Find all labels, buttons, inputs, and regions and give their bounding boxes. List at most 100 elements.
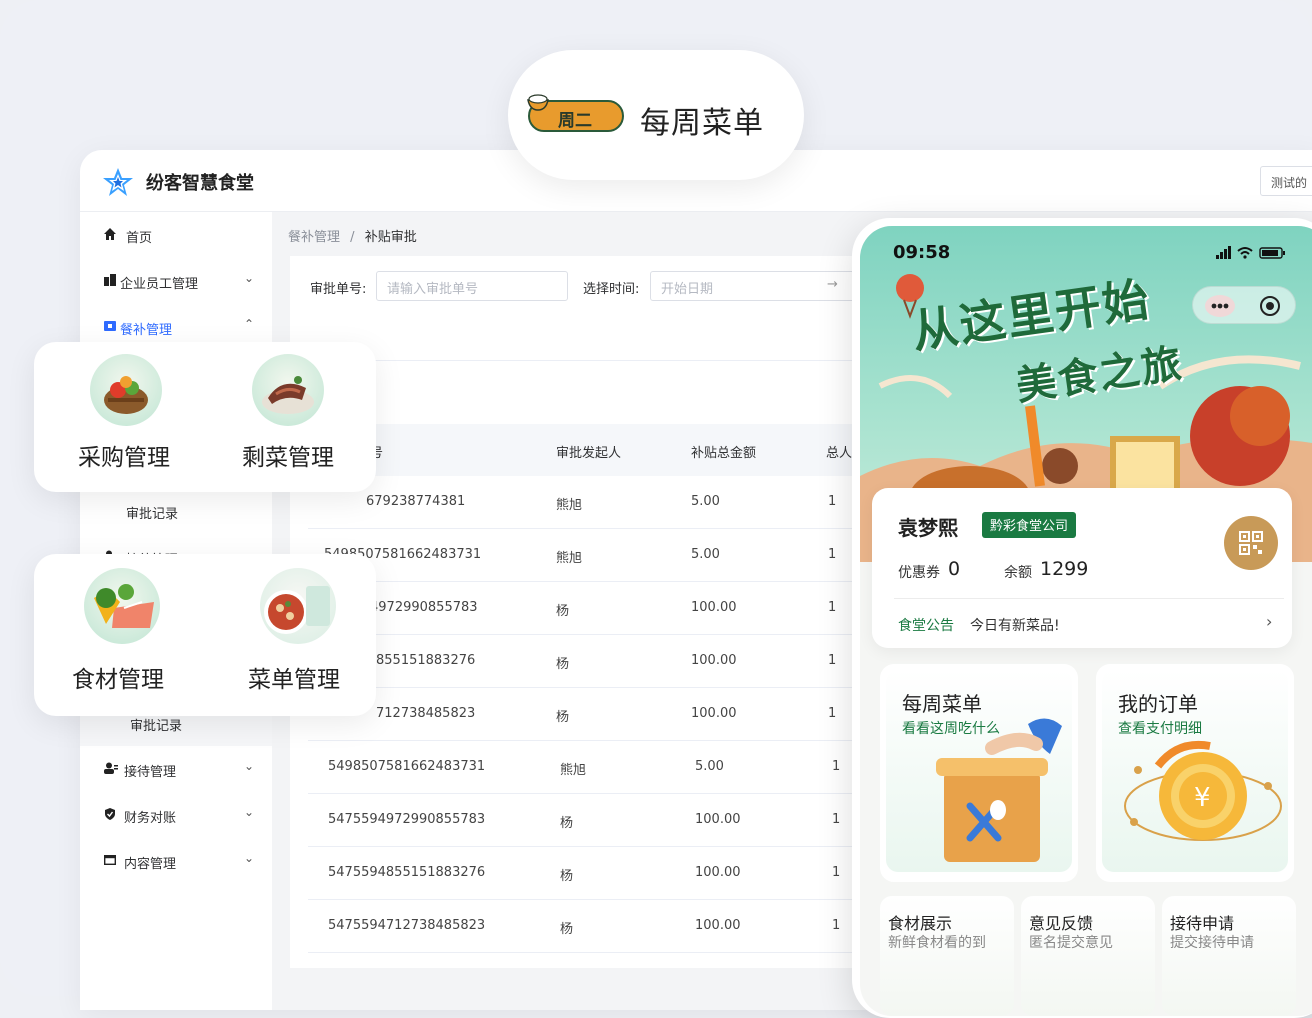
feedback-subtitle: 匿名提交意见: [1029, 935, 1113, 951]
cell-count: 1: [832, 918, 841, 933]
coupon-label: 优惠券: [898, 565, 940, 581]
chevron-down-icon: ⌄: [243, 271, 254, 285]
cell-count: 1: [828, 600, 837, 615]
ingredients-display-card[interactable]: 食材展示 新鲜食材看的到: [880, 896, 1014, 1016]
sidebar-item-label: 审批记录: [130, 719, 183, 734]
menu-dish-icon[interactable]: [260, 568, 336, 644]
cell-id: 855151883276: [376, 653, 476, 668]
feedback-title: 意见反馈: [1029, 914, 1094, 933]
sidebar-item-approval-records[interactable]: 审批记录: [80, 488, 272, 534]
building-icon: [104, 274, 116, 286]
reception-request-card[interactable]: 接待申请 提交接待申请: [1162, 896, 1296, 1016]
cell-initiator: 杨: [556, 604, 570, 619]
sidebar-item-home[interactable]: 首页: [80, 212, 272, 258]
qr-code-icon: [1239, 531, 1263, 555]
more-icon[interactable]: [1205, 295, 1235, 317]
start-date-placeholder: 开始日期: [661, 282, 714, 297]
sidebar-item-label: 企业员工管理: [120, 277, 199, 292]
cell-count: 1: [832, 865, 841, 880]
weekday-text: 周二: [558, 111, 592, 131]
cell-initiator: 熊旭: [556, 551, 583, 566]
qr-code-button[interactable]: [1224, 516, 1278, 570]
cell-initiator: 熊旭: [560, 763, 587, 778]
weekly-menu-pill[interactable]: 周二 每周菜单: [508, 50, 804, 180]
cell-initiator: 杨: [556, 657, 570, 672]
sidebar-item-label: 内容管理: [124, 857, 177, 872]
pill-title: 每周菜单: [640, 106, 764, 141]
my-orders-subtitle: 查看支付明细: [1118, 721, 1202, 737]
order-number-label: 审批单号:: [310, 282, 367, 297]
sidebar-item-finance[interactable]: 财务对账 ⌄: [80, 792, 272, 838]
start-date-input[interactable]: 开始日期 →: [650, 271, 870, 301]
chevron-right-icon[interactable]: ›: [1266, 612, 1272, 631]
user-info-card: 袁梦熙 黔彩食堂公司 优惠券 0 余额 1299 食堂公告 今日有新菜品! ›: [872, 488, 1292, 648]
cell-initiator: 杨: [560, 922, 574, 937]
feedback-card[interactable]: 意见反馈 匿名提交意见: [1021, 896, 1155, 1016]
cell-initiator: 杨: [556, 710, 570, 725]
window-icon: [103, 854, 117, 866]
column-header-amount: 补贴总金额: [691, 446, 757, 461]
time-label: 选择时间:: [583, 282, 640, 297]
weekly-menu-title: 每周菜单: [902, 692, 982, 716]
ingredients-display-title: 食材展示: [888, 914, 953, 933]
my-orders-title: 我的订单: [1118, 692, 1198, 716]
phone-screen: 09:58 从这里开始 美食之旅 袁梦熙 黔彩食堂公司 优惠券 0 余额 129…: [860, 226, 1312, 1016]
home-icon: [104, 228, 116, 240]
management-card-top: 采购管理 剩菜管理: [34, 342, 376, 492]
cell-id: 5475594712738485823: [328, 918, 486, 933]
notice-text[interactable]: 今日有新菜品!: [970, 615, 1060, 635]
weekly-menu-card-inner: 每周菜单 看看这周吃什么: [886, 670, 1072, 872]
cell-count: 1: [832, 759, 841, 774]
cell-count: 1: [828, 653, 837, 668]
cell-id: 712738485823: [376, 706, 476, 721]
phone-mockup: 09:58 从这里开始 美食之旅 袁梦熙 黔彩食堂公司 优惠券 0 余额 129…: [852, 218, 1312, 1018]
card-divider: [894, 598, 1284, 599]
leftover-dish-icon[interactable]: [252, 354, 324, 426]
weekly-menu-card[interactable]: 每周菜单 看看这周吃什么: [880, 664, 1078, 882]
notice-label: 食堂公告: [898, 618, 954, 634]
ingredients-management-label[interactable]: 食材管理: [72, 660, 164, 694]
sidebar-item-content[interactable]: 内容管理 ⌄: [80, 838, 272, 884]
sidebar-item-employees[interactable]: 企业员工管理 ⌄: [80, 258, 272, 304]
cell-amount: 100.00: [691, 653, 737, 668]
balance-value: 1299: [1040, 558, 1089, 580]
sidebar-item-label: 财务对账: [124, 811, 177, 826]
cell-amount: 100.00: [691, 706, 737, 721]
cell-count: 1: [828, 706, 837, 721]
my-orders-card[interactable]: ¥ 我的订单 查看支付明细: [1096, 664, 1294, 882]
chevron-down-icon: ⌄: [243, 805, 254, 819]
cell-amount: 100.00: [695, 918, 741, 933]
mini-program-capsule[interactable]: [1192, 286, 1296, 324]
procurement-management-label[interactable]: 采购管理: [78, 438, 170, 472]
cell-amount: 100.00: [695, 865, 741, 880]
chevron-down-icon: ⌄: [243, 759, 254, 773]
cell-count: 1: [832, 812, 841, 827]
cell-amount: 100.00: [695, 812, 741, 827]
sidebar-item-label: 审批记录: [126, 507, 179, 522]
cell-amount: 5.00: [691, 547, 720, 562]
breadcrumb-current: 补贴审批: [364, 230, 417, 245]
user-menu-button[interactable]: 测试的: [1260, 166, 1312, 196]
coin-cycle-icon: ¥: [1124, 741, 1282, 841]
breadcrumb-parent[interactable]: 餐补管理: [288, 230, 340, 245]
cell-count: 1: [828, 547, 837, 562]
brand-name: 纷客智慧食堂: [146, 173, 254, 194]
my-orders-card-inner: ¥ 我的订单 查看支付明细: [1102, 670, 1288, 872]
ingredients-icon[interactable]: [84, 568, 160, 644]
order-number-input[interactable]: 请输入审批单号: [376, 271, 568, 301]
cell-amount: 5.00: [691, 494, 720, 509]
range-arrow-icon: →: [827, 277, 838, 292]
status-time: 09:58: [893, 242, 951, 263]
cell-id: 5475594972990855783: [328, 812, 486, 827]
vegetable-basket-icon[interactable]: [90, 354, 162, 426]
leftover-management-label[interactable]: 剩菜管理: [242, 438, 334, 472]
company-badge: 黔彩食堂公司: [982, 512, 1077, 538]
logo-icon: [103, 168, 133, 196]
management-card-bottom: 食材管理 菜单管理: [34, 554, 376, 716]
cell-initiator: 杨: [560, 869, 574, 884]
sidebar-item-reception-2[interactable]: 接待管理 ⌄: [80, 746, 272, 792]
column-header-initiator: 审批发起人: [556, 446, 622, 461]
coupon-value: 0: [948, 558, 961, 580]
menu-management-label[interactable]: 菜单管理: [248, 660, 340, 694]
close-target-icon[interactable]: [1259, 295, 1281, 321]
